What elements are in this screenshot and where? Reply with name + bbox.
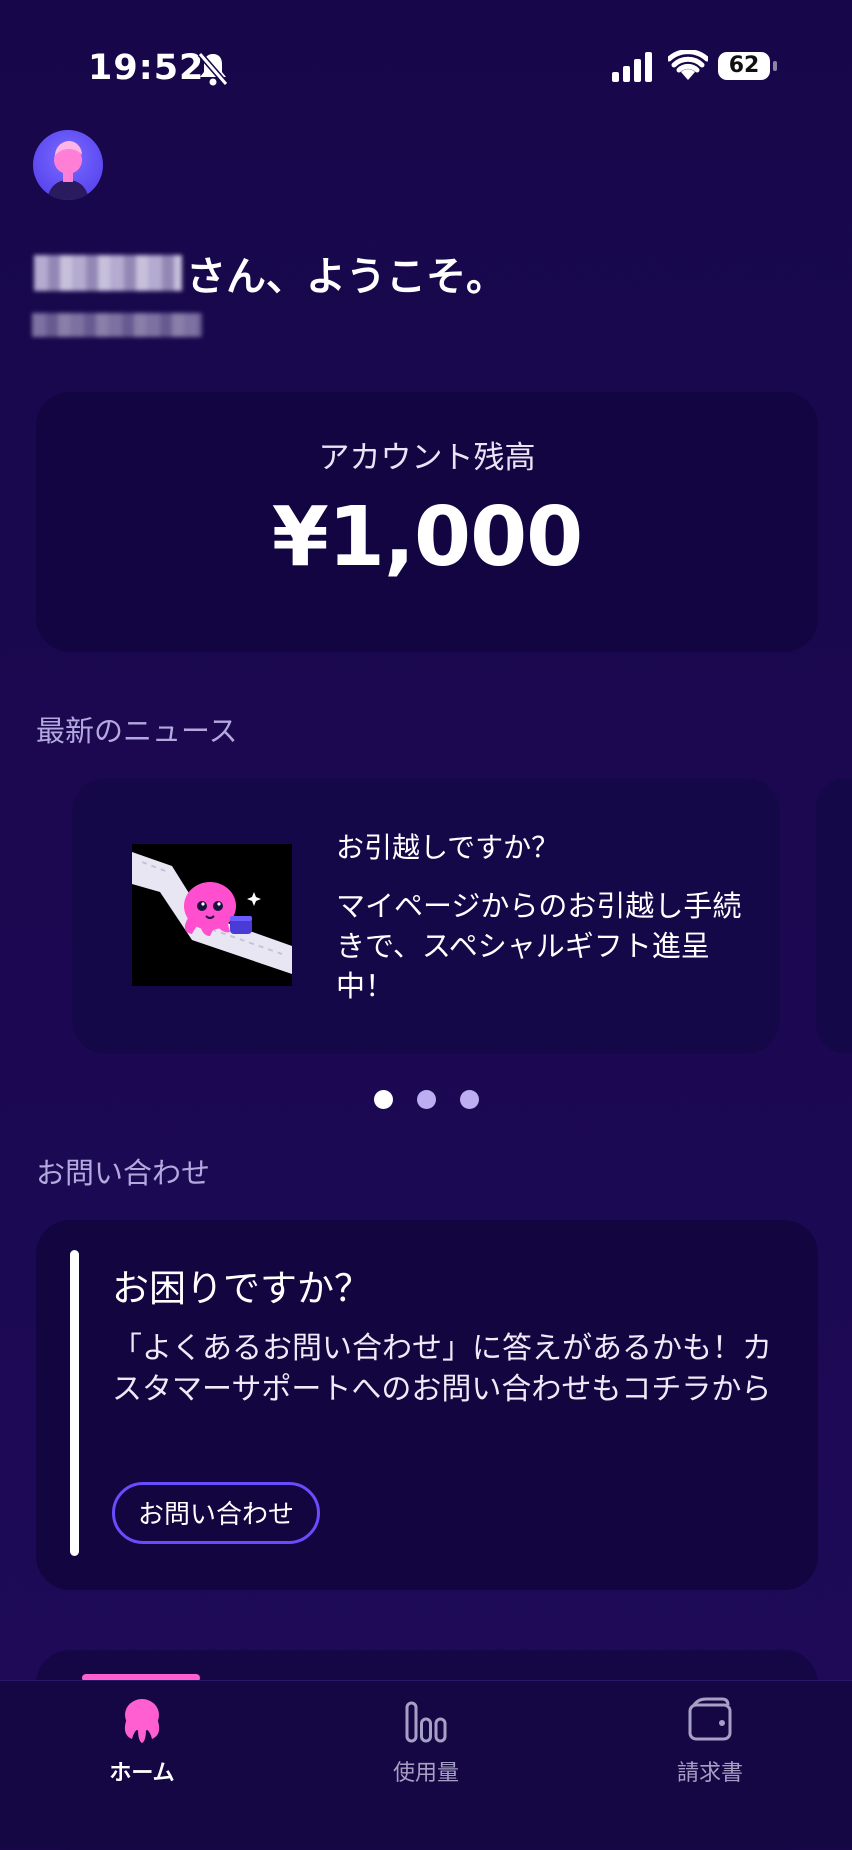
tab-usage-label: 使用量 bbox=[392, 1761, 459, 1786]
wifi-icon bbox=[668, 50, 708, 80]
news-section-title: 最新のニュース bbox=[36, 714, 238, 748]
contact-button[interactable]: お問い合わせ bbox=[112, 1482, 320, 1544]
news-title: お引越しですか？ bbox=[336, 831, 560, 864]
pager-dot-1[interactable] bbox=[373, 1090, 393, 1109]
welcome-suffix: さん、ようこそ。 bbox=[186, 254, 506, 300]
battery-tip bbox=[773, 61, 777, 71]
news-card-next-peek[interactable] bbox=[816, 778, 852, 1054]
octopus-moving-illustration-icon bbox=[132, 852, 292, 974]
pager-dot-2[interactable] bbox=[416, 1090, 436, 1109]
battery-indicator: 62 bbox=[718, 52, 778, 82]
status-time: 19:52 bbox=[88, 48, 205, 88]
user-avatar-icon bbox=[47, 141, 89, 200]
balance-card[interactable]: アカウント残高 ¥1,000 bbox=[36, 392, 818, 652]
news-card[interactable]: お引越しですか？ マイページからのお引越し手続きで、スペシャルギフト進呈中！ bbox=[72, 778, 780, 1054]
tab-home-label: ホーム bbox=[109, 1761, 175, 1786]
cellular-signal-icon bbox=[612, 52, 652, 82]
news-pager bbox=[0, 1090, 852, 1109]
balance-label: アカウント残高 bbox=[318, 440, 536, 476]
help-card: お困りですか？ 「よくあるお問い合わせ」に答えがあるかも！カスタマーサポートへの… bbox=[36, 1220, 818, 1590]
tab-invoices-label: 請求書 bbox=[676, 1761, 743, 1786]
news-image bbox=[132, 844, 292, 986]
contact-section-title: お問い合わせ bbox=[36, 1156, 211, 1190]
news-body: マイページからのお引越し手続きで、スペシャルギフト進呈中！ bbox=[336, 889, 742, 1003]
bell-muted-icon bbox=[197, 52, 229, 86]
tab-usage[interactable]: 使用量 bbox=[284, 1681, 568, 1847]
battery-level: 62 bbox=[718, 52, 770, 80]
balance-value: ¥1,000 bbox=[271, 490, 583, 585]
wallet-icon bbox=[688, 1697, 732, 1741]
status-bar: 19:52 62 bbox=[0, 0, 852, 130]
help-title: お困りですか？ bbox=[112, 1267, 371, 1310]
tab-home[interactable]: ホーム bbox=[0, 1681, 284, 1847]
pager-dot-3[interactable] bbox=[459, 1090, 479, 1109]
redacted-user-id bbox=[32, 313, 202, 337]
welcome-heading: さん、ようこそ。 bbox=[34, 244, 506, 300]
bottom-tab-bar: ホーム 使用量 請求書 bbox=[0, 1680, 852, 1847]
redacted-user-name bbox=[34, 255, 182, 291]
avatar[interactable] bbox=[33, 130, 103, 200]
help-body: 「よくあるお問い合わせ」に答えがあるかも！カスタマーサポートへのお問い合わせもコ… bbox=[112, 1331, 772, 1407]
tab-invoices[interactable]: 請求書 bbox=[568, 1681, 852, 1847]
bar-chart-icon bbox=[405, 1701, 447, 1743]
octopus-icon bbox=[124, 1699, 160, 1743]
help-accent-bar bbox=[70, 1250, 79, 1556]
